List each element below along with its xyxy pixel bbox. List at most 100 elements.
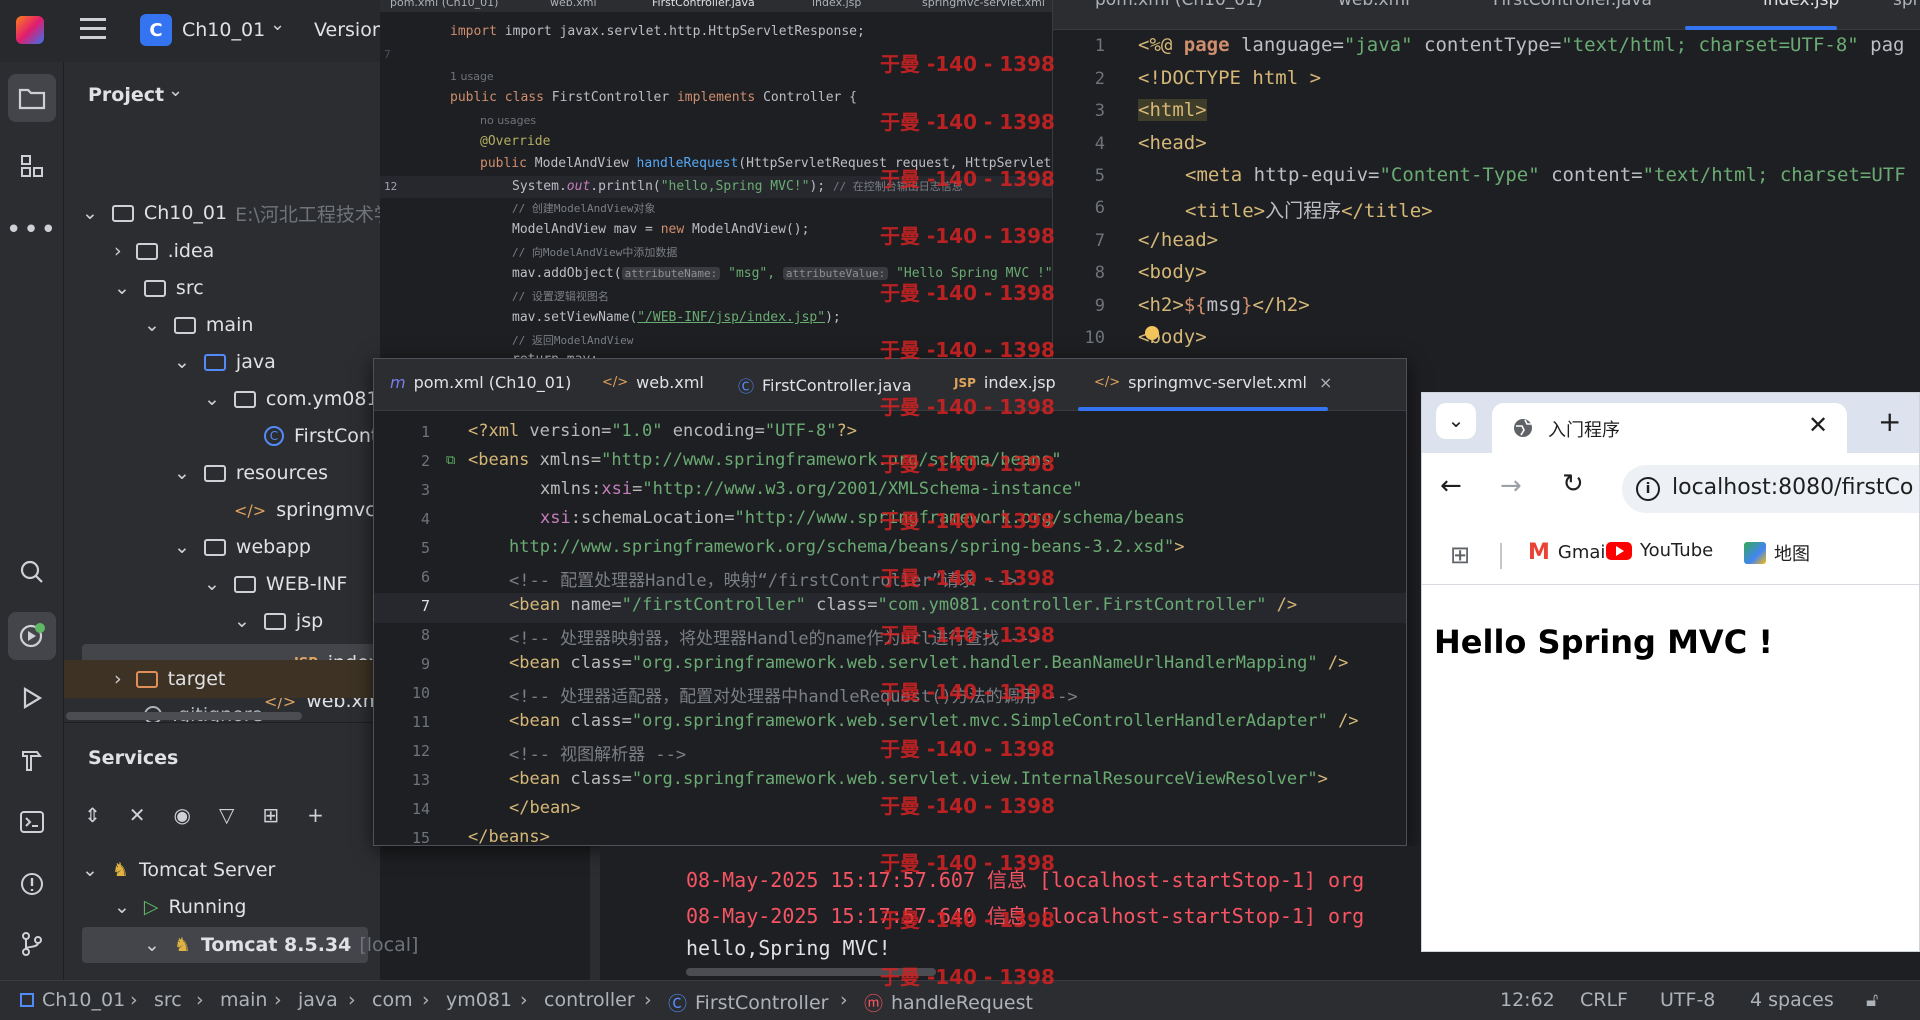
apps-grid-icon[interactable]: ⊞: [1450, 541, 1470, 569]
tree-item-jsp[interactable]: ⌄ jsp: [234, 604, 323, 638]
hamburger-menu-icon[interactable]: [80, 18, 106, 40]
tab-springmvc[interactable]: springmvc-servlet.xml: [922, 0, 1045, 9]
close-tab-icon[interactable]: ×: [1319, 373, 1332, 392]
code-line: <h2>${msg}</h2>: [1138, 294, 1310, 316]
tab-index-jsp[interactable]: index.jsp: [1763, 0, 1839, 10]
search-tool-button[interactable]: [8, 548, 56, 596]
problems-icon: [21, 873, 43, 895]
line-separator[interactable]: CRLF: [1580, 989, 1628, 1011]
terminal-tool-button[interactable]: [8, 798, 56, 846]
tree-item-root[interactable]: ⌄ Ch10_01 E:\河北工程技术学: [82, 196, 393, 230]
service-tomcat-instance[interactable]: ⌄ ♞ Tomcat 8.5.34 [local]: [144, 928, 418, 962]
line-number: 7: [384, 48, 391, 61]
tool-window-rail: •••: [0, 62, 64, 980]
breadcrumb-com[interactable]: com: [372, 989, 413, 1011]
tree-item-java[interactable]: ⌄ java: [174, 345, 276, 379]
tab-firstcontroller[interactable]: FirstController.java: [1493, 0, 1652, 10]
tree-item-main[interactable]: ⌄ main: [144, 308, 253, 342]
horizontal-scrollbar[interactable]: [66, 712, 302, 720]
indent-setting[interactable]: 4 spaces: [1750, 989, 1834, 1011]
service-running[interactable]: ⌄ ▷ Running: [114, 890, 246, 924]
problems-tool-button[interactable]: [8, 860, 56, 908]
new-tab-icon[interactable]: ⊞: [262, 803, 279, 827]
forward-arrow-icon[interactable]: →: [1500, 471, 1522, 501]
folder-icon: [135, 242, 158, 260]
project-chip[interactable]: C: [140, 14, 172, 46]
services-tool-button[interactable]: [8, 612, 56, 660]
run-tool-button[interactable]: [8, 674, 56, 722]
tree-item-webinf[interactable]: ⌄ WEB-INF: [204, 567, 347, 601]
add-icon[interactable]: +: [307, 803, 324, 827]
breadcrumb-src[interactable]: src: [154, 989, 182, 1011]
lock-icon[interactable]: 🔓︎: [1866, 989, 1878, 1011]
bookmark-maps[interactable]: 地图: [1744, 540, 1810, 566]
tree-item-target[interactable]: › target: [114, 662, 225, 696]
tab-web-xml[interactable]: web.xml: [550, 0, 597, 9]
tab-web-xml[interactable]: web.xml: [1338, 0, 1410, 10]
active-tab-indicator: [1685, 26, 1837, 30]
build-tool-button[interactable]: [8, 736, 56, 784]
tree-item-src[interactable]: ⌄ src: [114, 271, 204, 305]
bean-gutter-icon[interactable]: ⧉: [446, 453, 455, 468]
new-tab-button[interactable]: +: [1878, 405, 1901, 438]
expand-all-icon[interactable]: ⇕: [84, 803, 101, 827]
project-panel-title[interactable]: Project: [88, 84, 164, 106]
browser-tab[interactable]: 入门程序 ✕: [1492, 403, 1847, 453]
git-tool-button[interactable]: [8, 920, 56, 968]
site-info-icon[interactable]: i: [1636, 477, 1660, 501]
service-tomcat-server[interactable]: ⌄ ♞ Tomcat Server: [82, 853, 275, 887]
address-bar[interactable]: i localhost:8080/firstCo: [1622, 465, 1919, 513]
tab-index-jsp[interactable]: JSP index.jsp: [954, 373, 1056, 392]
collapse-all-icon[interactable]: ✕: [129, 803, 146, 827]
breadcrumb-method[interactable]: ⓜ handleRequest: [864, 989, 1033, 1016]
chevron-down-icon[interactable]: ⌄: [270, 14, 285, 35]
jsp-editor[interactable]: pom.xml (Ch10_01) web.xml FirstControlle…: [1052, 0, 1920, 360]
tab-pom[interactable]: pom.xml (Ch10_01): [390, 0, 498, 9]
vcs-widget[interactable]: Version: [314, 19, 384, 41]
watermark: 于曼 -140 - 1398: [880, 623, 1055, 647]
caret-position[interactable]: 12:62: [1500, 989, 1555, 1011]
breadcrumb-project[interactable]: Ch10_01: [20, 989, 125, 1011]
tree-item-springmvc-xml[interactable]: </> springmvc-s: [234, 493, 392, 527]
code-line: </head>: [1138, 229, 1219, 251]
close-tab-icon[interactable]: ✕: [1808, 411, 1828, 439]
tab-springmvc[interactable]: </> springmvc-servlet.xml ×: [1094, 373, 1332, 392]
breadcrumb-main[interactable]: main: [220, 989, 267, 1011]
breadcrumb-ym081[interactable]: ym081: [446, 989, 512, 1011]
tree-item-resources[interactable]: ⌄ resources: [174, 456, 328, 490]
run-icon: [23, 687, 43, 709]
tab-index-jsp[interactable]: index.jsp: [812, 0, 861, 9]
project-name[interactable]: Ch10_01: [182, 19, 265, 41]
tab-search-button[interactable]: ⌄: [1436, 403, 1476, 439]
filter-icon[interactable]: ▽: [219, 803, 234, 827]
breadcrumb-controller[interactable]: controller: [544, 989, 635, 1011]
tab-pom[interactable]: pom.xml (Ch10_01): [1095, 0, 1263, 10]
reload-icon[interactable]: ↻: [1562, 469, 1584, 499]
file-encoding[interactable]: UTF-8: [1660, 989, 1715, 1011]
structure-tool-button[interactable]: [8, 142, 56, 190]
breadcrumb-java[interactable]: java: [298, 989, 338, 1011]
tab-firstcontroller[interactable]: FirstController.java: [652, 0, 755, 9]
back-arrow-icon[interactable]: ←: [1440, 471, 1462, 501]
tree-item-package[interactable]: ⌄ com.ym081.c: [204, 382, 395, 416]
bookmark-gmail[interactable]: M Gmail: [1528, 540, 1610, 565]
more-tools-button[interactable]: •••: [6, 206, 56, 254]
xml-editor[interactable]: m pom.xml (Ch10_01) </> web.xml Ⓒ FirstCont…: [373, 358, 1407, 846]
chevron-down-icon[interactable]: ⌄: [168, 80, 183, 101]
project-tool-button[interactable]: [8, 74, 56, 122]
usage-hint[interactable]: no usages: [480, 114, 536, 127]
tree-item-firstcontroller[interactable]: C FirstCont: [264, 419, 378, 453]
eye-icon[interactable]: ◉: [174, 803, 191, 827]
intellij-logo-icon[interactable]: [16, 16, 44, 44]
tree-item-idea[interactable]: › .idea: [114, 234, 214, 268]
tree-item-webapp[interactable]: ⌄ webapp: [174, 530, 311, 564]
tab-pom[interactable]: m pom.xml (Ch10_01): [390, 373, 571, 392]
tab-springmvc[interactable]: spr: [1893, 0, 1920, 10]
usage-hint[interactable]: 1 usage: [450, 70, 494, 83]
code-line: <!-- 视图解析器 -->: [509, 745, 687, 765]
tab-web-xml[interactable]: </> web.xml: [602, 373, 704, 392]
breadcrumb-class[interactable]: Ⓒ FirstController: [668, 989, 828, 1016]
terminal-icon: [20, 811, 44, 833]
bookmark-youtube[interactable]: YouTube: [1606, 540, 1713, 561]
lightbulb-icon[interactable]: [1145, 326, 1159, 340]
